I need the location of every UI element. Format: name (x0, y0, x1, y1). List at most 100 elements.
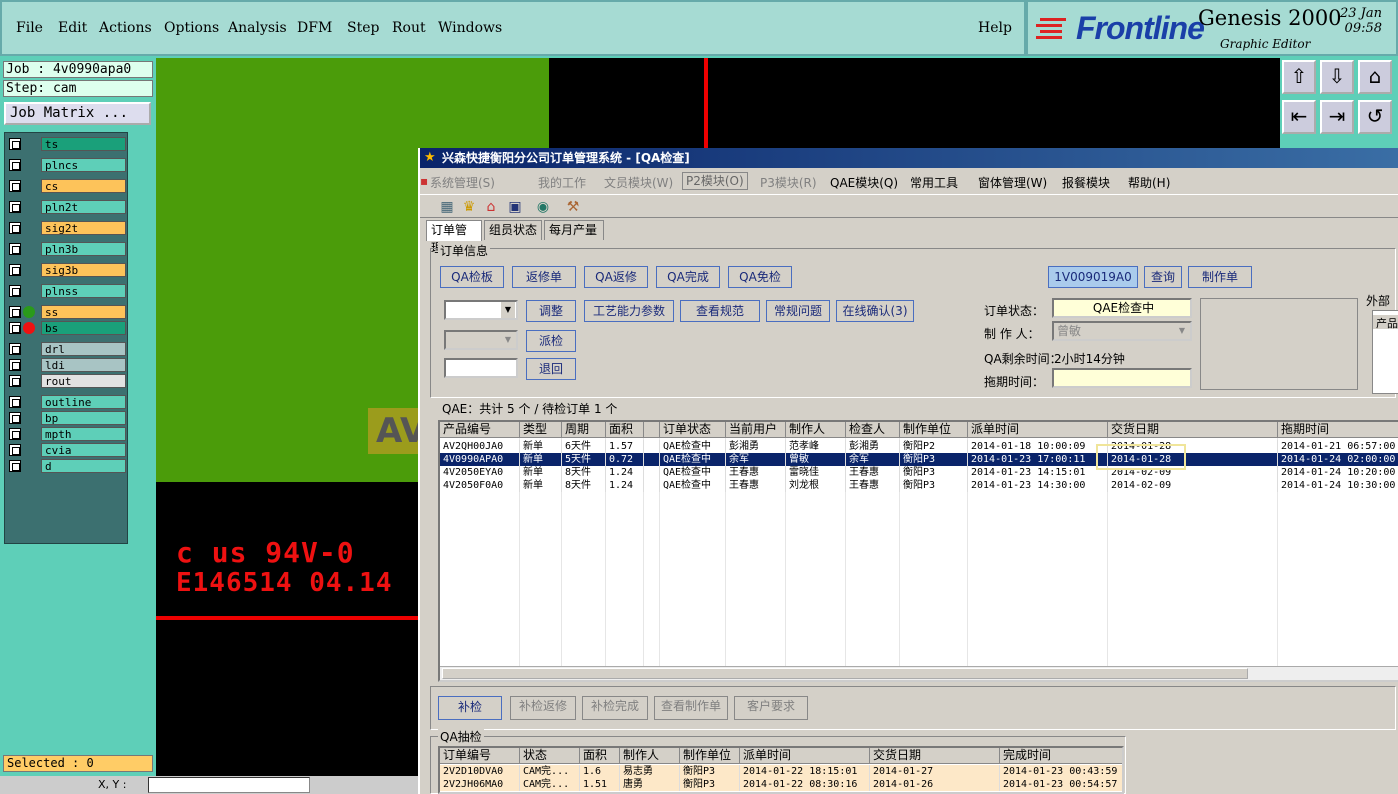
layer-checkbox[interactable] (9, 444, 21, 456)
spot-column-header[interactable]: 面积 (580, 748, 620, 764)
bottom-button-0[interactable]: 补检 (438, 696, 502, 720)
window-menu-item-6[interactable]: 常用工具 (910, 174, 958, 191)
spot-column-header[interactable]: 订单编号 (440, 748, 520, 764)
window-menu-item-2[interactable]: 文员模块(W) (604, 174, 673, 191)
layer-checkbox[interactable] (9, 460, 21, 472)
common-issues-button[interactable]: 常规问题 (766, 300, 830, 322)
layer-name[interactable]: plncs (41, 158, 126, 172)
layer-name[interactable]: sig3b (41, 263, 126, 277)
layer-name[interactable]: d (41, 459, 126, 473)
table-row[interactable]: 4V0990APA0 新单 5天件 0.72 QAE检查中 余军 曾敏 余军 衡阳P3 2014-… (440, 453, 1398, 466)
query-button[interactable]: 查询 (1144, 266, 1182, 288)
filter-dropdown[interactable]: ▼ (444, 300, 518, 320)
tab-order-management[interactable]: 订单管理 (426, 220, 482, 255)
layer-scrollbar[interactable] (128, 132, 154, 544)
spot-column-header[interactable]: 派单时间 (740, 748, 870, 764)
qa-complete-button[interactable]: QA完成 (656, 266, 720, 288)
layer-checkbox[interactable] (9, 159, 21, 171)
layer-name[interactable]: ss (41, 305, 126, 319)
layer-row-sig2t[interactable]: sig2t (7, 221, 126, 235)
qa-inspect-button[interactable]: QA检板 (440, 266, 504, 288)
layer-row-pln2t[interactable]: pln2t (7, 200, 126, 214)
grid-column-header[interactable]: 面积 (606, 422, 644, 438)
layer-name[interactable]: mpth (41, 427, 126, 441)
dispatch-button[interactable]: 派检 (526, 330, 576, 352)
online-confirm-button[interactable]: 在线确认(3) (836, 300, 914, 322)
coord-input[interactable] (148, 777, 310, 793)
layer-checkbox[interactable] (9, 201, 21, 213)
grid-icon[interactable]: ▦ (438, 198, 456, 216)
menu-analysis[interactable]: Analysis (228, 20, 287, 36)
layer-checkbox[interactable] (9, 306, 21, 318)
scrollbar-thumb[interactable] (442, 668, 1248, 679)
chevron-down-icon[interactable]: ▼ (1175, 323, 1189, 339)
layer-name[interactable]: cs (41, 179, 126, 193)
layer-row-outline[interactable]: outline (7, 395, 126, 409)
grid-column-header[interactable]: 周期 (562, 422, 606, 438)
layer-row-d[interactable]: d (7, 459, 126, 473)
order-number-field[interactable]: 1V009019A0 (1048, 266, 1138, 288)
layer-name[interactable]: bp (41, 411, 126, 425)
grid-column-header[interactable]: 交货日期 (1108, 422, 1278, 438)
maker-dropdown[interactable]: 曾敏 ▼ (1052, 321, 1192, 341)
spot-column-header[interactable]: 完成时间 (1000, 748, 1122, 764)
bottom-button-3[interactable]: 查看制作单 (654, 696, 728, 720)
layer-name[interactable]: outline (41, 395, 126, 409)
window-menu-item-4[interactable]: P3模块(R) (760, 174, 817, 191)
grid-column-header[interactable]: 产品编号 (440, 422, 520, 438)
bottom-button-1[interactable]: 补检返修 (510, 696, 576, 720)
grid-column-header[interactable]: 制作人 (786, 422, 846, 438)
grid-column-header[interactable]: 当前用户 (726, 422, 786, 438)
spot-column-header[interactable]: 交货日期 (870, 748, 1000, 764)
chevron-down-icon[interactable]: ▼ (501, 302, 515, 318)
grid-horizontal-scrollbar[interactable] (440, 666, 1398, 680)
grid-column-header[interactable] (644, 422, 660, 438)
grid-column-header[interactable]: 拖期时间 (1278, 422, 1398, 438)
download-icon[interactable]: ⇩ (1320, 60, 1354, 94)
layer-row-plncs[interactable]: plncs (7, 158, 126, 172)
qa-exempt-button[interactable]: QA免检 (728, 266, 792, 288)
layer-checkbox[interactable] (9, 375, 21, 387)
bottom-button-2[interactable]: 补检完成 (582, 696, 648, 720)
window-menu-item-0[interactable]: 系统管理(S) (430, 174, 495, 191)
make-order-button[interactable]: 制作单 (1188, 266, 1252, 288)
assign-dropdown[interactable]: ▼ (444, 330, 518, 350)
turtle-icon[interactable]: ◉ (534, 198, 552, 216)
layer-row-mpth[interactable]: mpth (7, 427, 126, 441)
table-row[interactable]: 4V2050F0A0 新单 8天件 1.24 QAE检查中 王春惠 刘龙根 王春惠 衡阳P3 20… (440, 479, 1398, 492)
qa-rework-button[interactable]: QA返修 (584, 266, 648, 288)
table-row[interactable]: AV2QH00JA0 新单 6天件 1.57 QAE检查中 彭湘勇 范孝峰 彭湘勇 衡阳P2 20… (440, 440, 1398, 453)
upload-icon[interactable]: ⇧ (1282, 60, 1316, 94)
layer-checkbox[interactable] (9, 343, 21, 355)
layer-row-bs[interactable]: bs (7, 321, 126, 335)
layer-checkbox[interactable] (9, 180, 21, 192)
layer-row-drl[interactable]: drl (7, 342, 126, 356)
menu-actions[interactable]: Actions (99, 20, 152, 36)
menu-step[interactable]: Step (347, 20, 379, 36)
layer-name[interactable]: plnss (41, 284, 126, 298)
home-icon[interactable]: ⌂ (1358, 60, 1392, 94)
bottom-button-4[interactable]: 客户要求 (734, 696, 808, 720)
spot-column-header[interactable]: 制作单位 (680, 748, 740, 764)
layer-checkbox[interactable] (9, 138, 21, 150)
menu-help[interactable]: Help (978, 20, 1012, 36)
layer-checkbox[interactable] (9, 359, 21, 371)
grid-column-header[interactable]: 类型 (520, 422, 562, 438)
menu-dfm[interactable]: DFM (297, 20, 332, 36)
spot-column-header[interactable]: 状态 (520, 748, 580, 764)
rework-order-button[interactable]: 返修单 (512, 266, 576, 288)
table-row[interactable]: 4V2050EYA0 新单 8天件 1.24 QAE检查中 王春惠 雷晓佳 王春惠 衡阳P3 20… (440, 466, 1398, 479)
spot-column-header[interactable]: 制作人 (620, 748, 680, 764)
adjust-button[interactable]: 调整 (526, 300, 576, 322)
tools-icon[interactable]: ⚒ (564, 198, 582, 216)
grid-column-header[interactable]: 制作单位 (900, 422, 968, 438)
layer-row-cvia[interactable]: cvia (7, 443, 126, 457)
job-matrix-button[interactable]: Job Matrix ... (4, 102, 151, 125)
menu-edit[interactable]: Edit (58, 20, 87, 36)
layer-row-ldi[interactable]: ldi (7, 358, 126, 372)
view-spec-button[interactable]: 查看规范 (680, 300, 760, 322)
return-button[interactable]: 退回 (526, 358, 576, 380)
layer-row-cs[interactable]: cs (7, 179, 126, 193)
window-menu-item-3[interactable]: P2模块(O) (682, 172, 748, 190)
layer-checkbox[interactable] (9, 264, 21, 276)
